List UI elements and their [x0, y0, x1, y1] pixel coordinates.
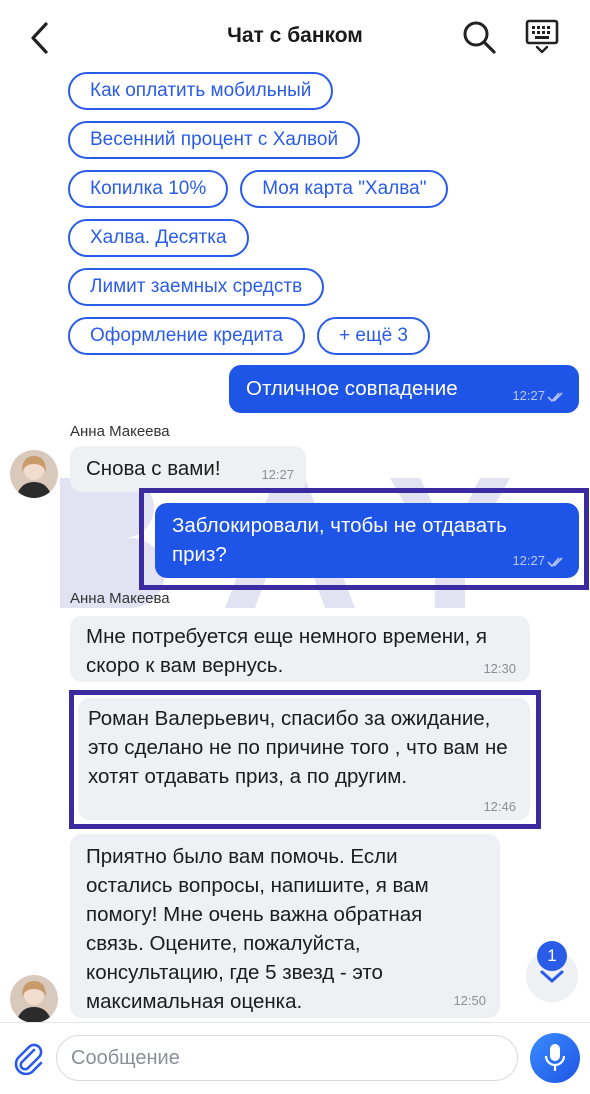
quick-reply-chip[interactable]: Копилка 10%	[68, 170, 229, 208]
outgoing-message[interactable]: Заблокировали, чтобы не отдавать приз? 1…	[155, 503, 579, 578]
quick-reply-chip[interactable]: Лимит заемных средств	[68, 268, 325, 306]
quick-reply-row: Как оплатить мобильный	[68, 72, 538, 110]
operator-avatar-icon	[10, 450, 58, 498]
double-check-icon	[547, 557, 563, 568]
keyboard-button[interactable]	[522, 16, 562, 56]
quick-reply-row: Весенний процент с Халвой	[68, 121, 538, 159]
incoming-message[interactable]: Роман Валерьевич, спасибо за ожидание, э…	[78, 698, 530, 820]
message-time: 12:27	[512, 388, 545, 403]
quick-reply-chip[interactable]: Как оплатить мобильный	[68, 72, 334, 110]
search-button[interactable]	[460, 18, 498, 56]
avatar[interactable]	[10, 975, 58, 1023]
incoming-message[interactable]: Приятно было вам помочь. Если остались в…	[70, 834, 500, 1018]
attach-button[interactable]	[12, 1041, 44, 1076]
message-time: 12:46	[483, 799, 516, 814]
page-title: Чат с банком	[227, 24, 363, 47]
message-text: Заблокировали, чтобы не отдавать приз?	[172, 514, 507, 566]
quick-reply-row: Копилка 10% Моя карта "Халва"	[68, 170, 538, 208]
chat-header: Чат с банком	[0, 0, 590, 74]
quick-reply-chip[interactable]: Халва. Десятка	[68, 219, 249, 257]
quick-reply-chip[interactable]: Моя карта "Халва"	[240, 170, 449, 208]
message-time: 12:50	[453, 993, 486, 1008]
sender-name: Анна Макеева	[70, 423, 170, 440]
message-input[interactable]	[56, 1035, 518, 1081]
message-text: Приятно было вам помочь. Если остались в…	[86, 845, 429, 1013]
message-text: Отличное совпадение	[246, 377, 458, 400]
keyboard-icon	[525, 19, 559, 54]
microphone-icon	[544, 1044, 566, 1071]
message-input-bar	[0, 1022, 590, 1094]
message-time: 12:30	[483, 661, 516, 676]
search-icon	[463, 21, 496, 54]
quick-reply-chip[interactable]: Весенний процент с Халвой	[68, 121, 361, 159]
quick-reply-chip[interactable]: Оформление кредита	[68, 317, 305, 355]
message-time: 12:27	[261, 467, 294, 482]
incoming-message[interactable]: Снова с вами! 12:27	[70, 446, 306, 492]
sender-name: Анна Макеева	[70, 590, 170, 607]
outgoing-message[interactable]: Отличное совпадение 12:27	[229, 365, 579, 413]
quick-reply-row: Оформление кредита + ещё 3	[68, 317, 538, 355]
message-text: Мне потребуется еще немного времени, я с…	[86, 625, 487, 677]
quick-reply-row: Лимит заемных средств	[68, 268, 538, 306]
quick-reply-row: Халва. Десятка	[68, 219, 538, 257]
paperclip-icon	[14, 1043, 43, 1076]
incoming-message[interactable]: Мне потребуется еще немного времени, я с…	[70, 616, 530, 682]
more-replies-chip[interactable]: + ещё 3	[317, 317, 430, 355]
unread-badge: 1	[537, 941, 567, 971]
message-text: Снова с вами!	[86, 457, 221, 480]
message-time: 12:27	[512, 553, 545, 568]
quick-replies: Как оплатить мобильный Весенний процент …	[68, 72, 538, 366]
double-check-icon	[547, 392, 563, 403]
operator-avatar-icon	[10, 975, 58, 1023]
message-text: Роман Валерьевич, спасибо за ожидание, э…	[88, 707, 508, 788]
microphone-button[interactable]	[530, 1033, 580, 1083]
avatar[interactable]	[10, 450, 58, 498]
